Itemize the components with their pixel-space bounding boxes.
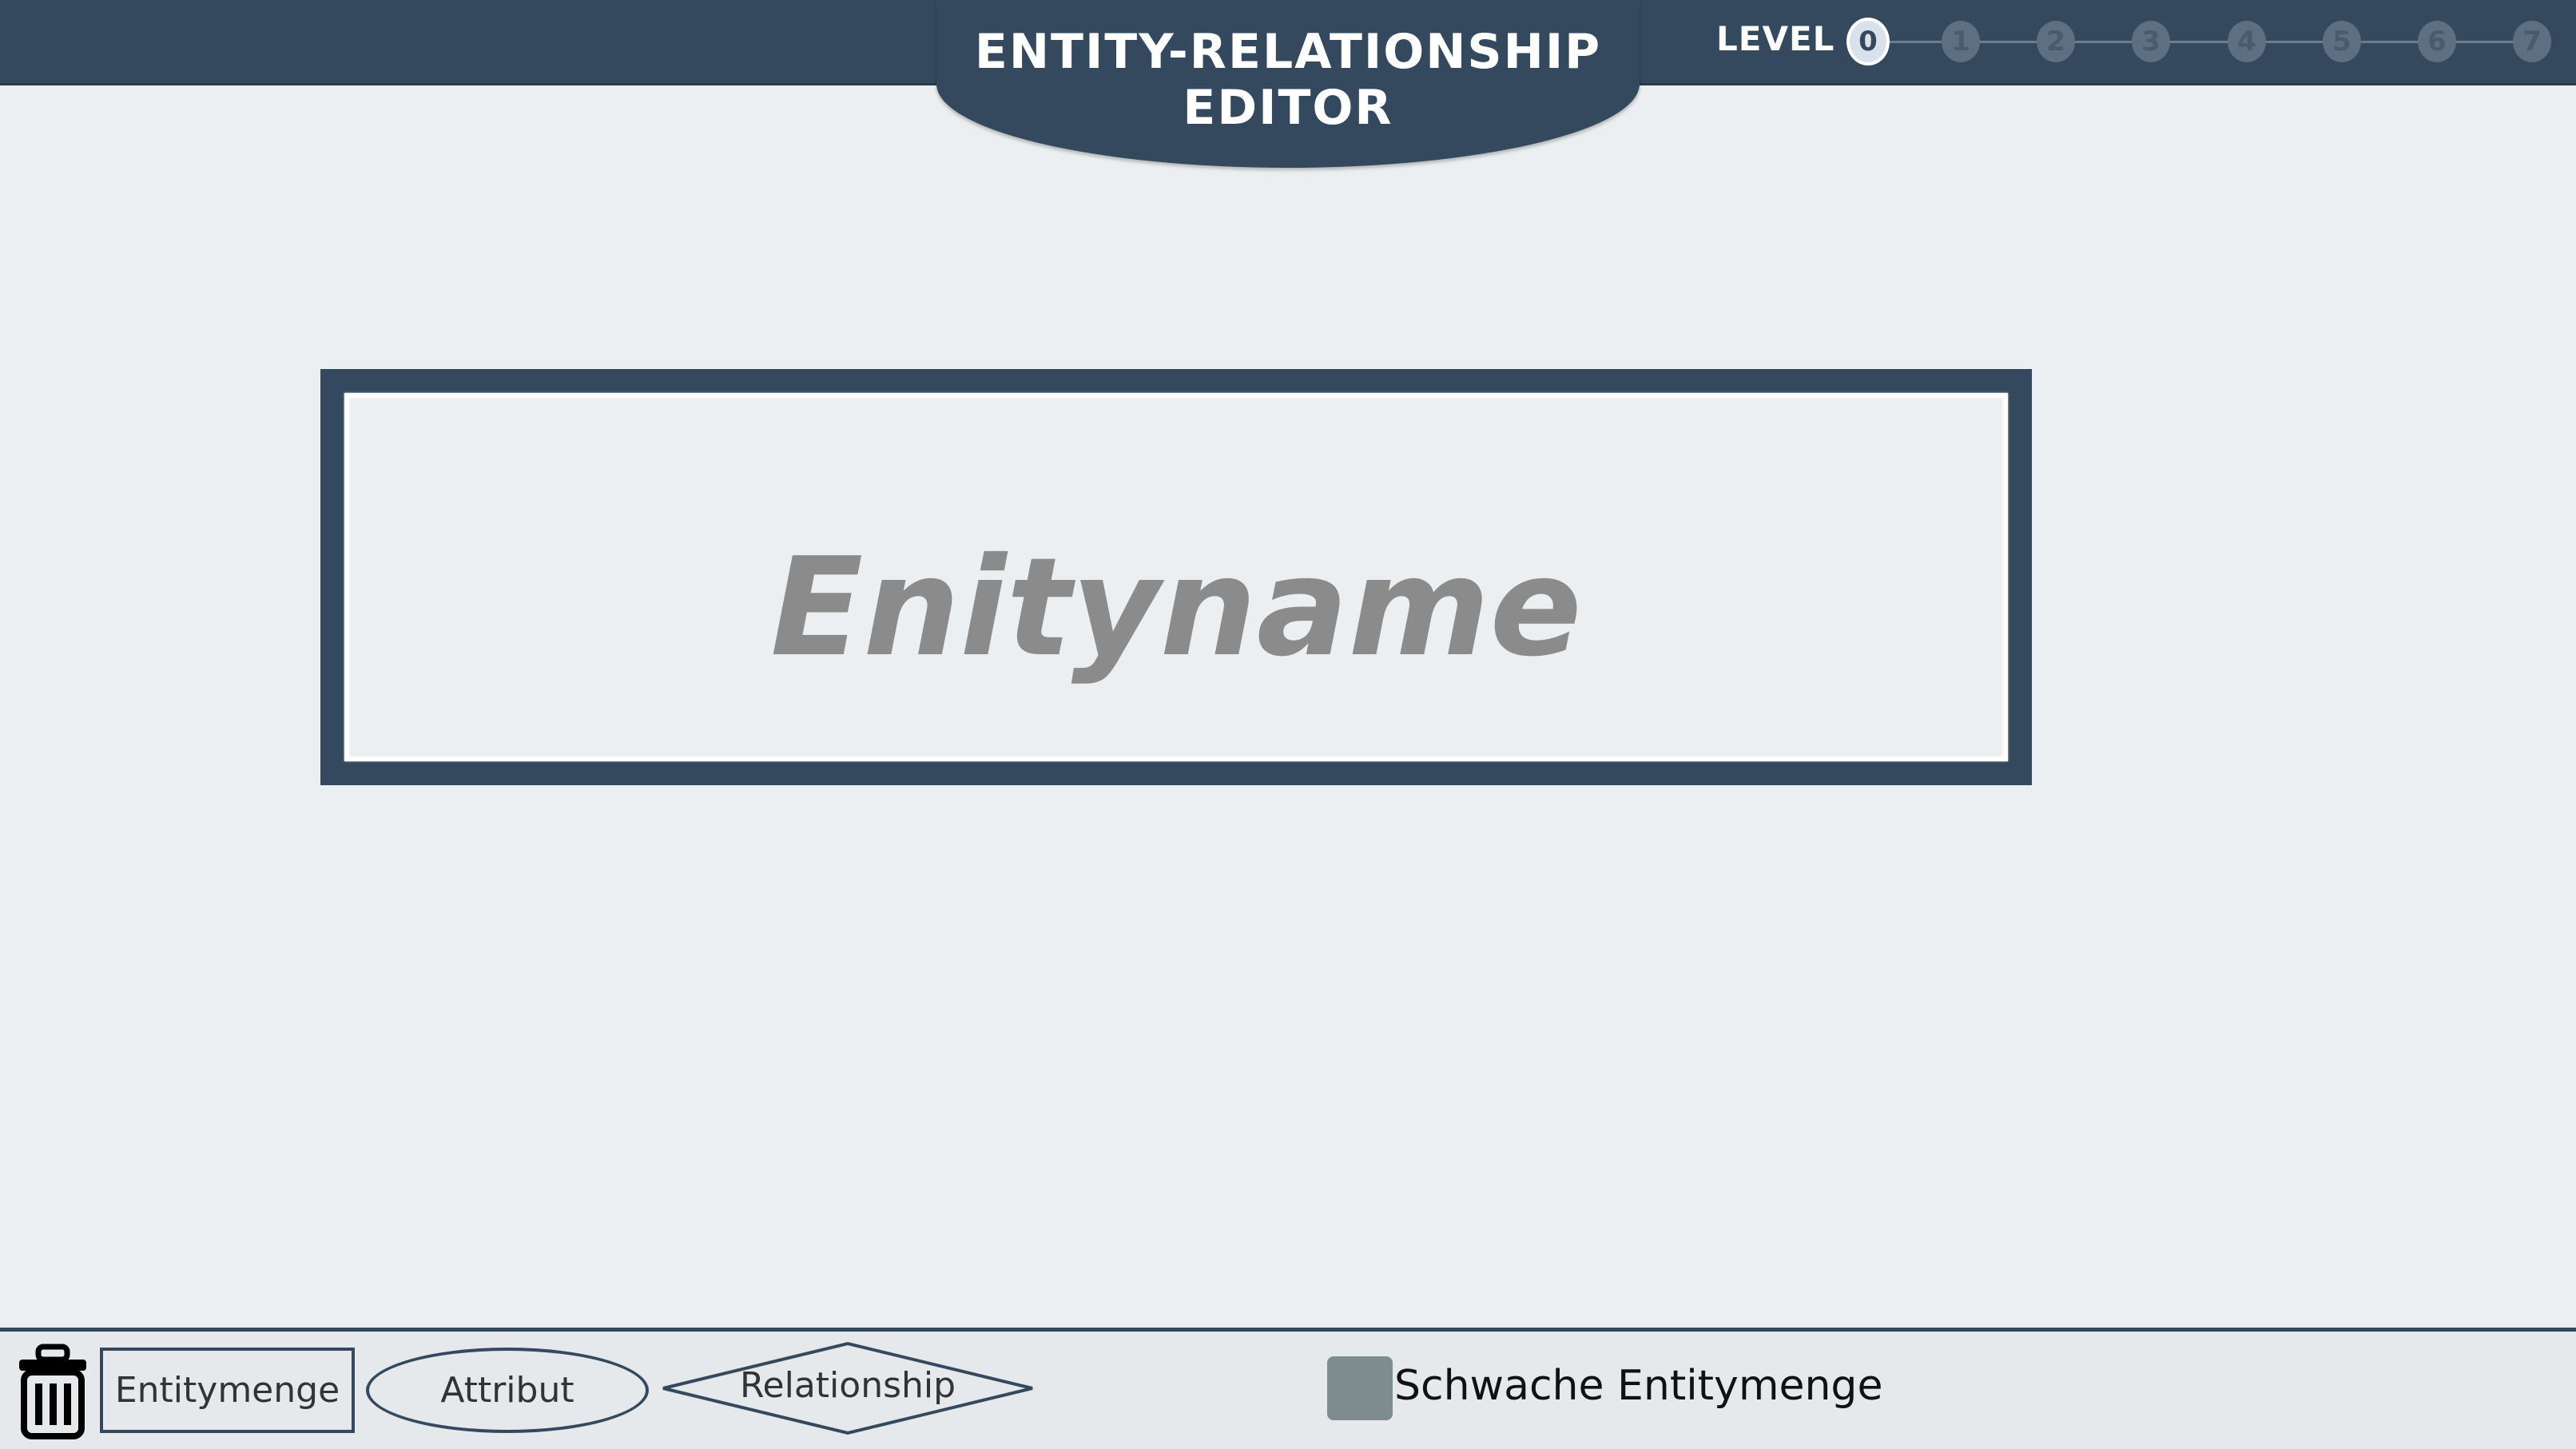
entity-tool-button[interactable]: Entitymenge <box>100 1348 355 1433</box>
weak-entity-checkbox[interactable] <box>1327 1356 1393 1420</box>
entity-box[interactable]: Enityname <box>320 369 2032 785</box>
title-line-1: ENTITY-RELATIONSHIP <box>974 24 1602 80</box>
weak-entity-label[interactable]: Schwache Entitymenge <box>1394 1362 1882 1410</box>
level-5-button[interactable]: 5 <box>2323 21 2361 62</box>
level-6-button[interactable]: 6 <box>2418 21 2456 62</box>
relationship-tool-button[interactable]: Relationship <box>660 1341 1036 1435</box>
title-line-2: EDITOR <box>1183 80 1393 136</box>
level-4-button[interactable]: 4 <box>2228 21 2266 62</box>
level-1-button[interactable]: 1 <box>1942 21 1980 62</box>
relationship-tool-label: Relationship <box>739 1365 956 1406</box>
level-7-button[interactable]: 7 <box>2513 21 2551 62</box>
page-title: ENTITY-RELATIONSHIP EDITOR <box>936 24 1640 136</box>
level-3-button[interactable]: 3 <box>2132 21 2170 62</box>
level-label: LEVEL <box>1716 19 1835 58</box>
attribute-tool-label: Attribut <box>440 1370 574 1411</box>
trash-icon[interactable] <box>16 1344 89 1439</box>
attribute-tool-button[interactable]: Attribut <box>366 1348 649 1433</box>
entity-name-input[interactable]: Enityname <box>344 529 2008 687</box>
level-0-button[interactable]: 0 <box>1847 18 1890 66</box>
level-2-button[interactable]: 2 <box>2037 21 2075 62</box>
toolbar: Entitymenge Attribut Relationship Schwac… <box>0 1328 2576 1449</box>
entity-tool-label: Entitymenge <box>114 1370 340 1411</box>
